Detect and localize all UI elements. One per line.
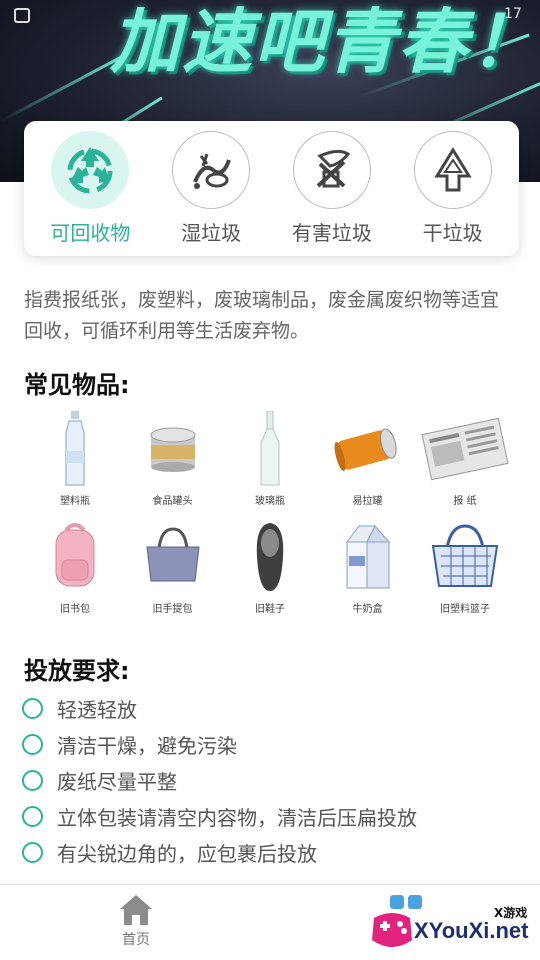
common-items-heading: 常见物品: — [24, 371, 130, 399]
handbag-icon — [145, 527, 200, 582]
circle-bullet-icon — [22, 841, 43, 863]
item-caption: 易拉罐 — [352, 496, 383, 507]
item-caption: 旧书包 — [60, 604, 90, 615]
circle-bullet-icon — [22, 697, 43, 719]
item-milk-carton: 牛奶盒 — [323, 518, 413, 626]
tab-dry-garbage-label: 干垃圾 — [422, 221, 483, 245]
item-caption: 玻璃瓶 — [255, 496, 285, 507]
item-caption: 食品罐头 — [152, 496, 193, 507]
item-glass-bottle: 玻璃瓶 — [225, 410, 315, 518]
recycle-icon — [51, 131, 130, 209]
circle-bullet-icon — [22, 805, 43, 827]
circle-bullet-icon — [22, 733, 43, 755]
requirement-text: 清洁干燥，避免污染 — [57, 733, 237, 758]
requirement-item: 清洁干燥，避免污染 — [22, 726, 522, 762]
tab-hazardous-label: 有害垃圾 — [291, 221, 372, 245]
item-food-can: 食品罐头 — [128, 410, 218, 518]
requirement-text: 废纸尽量平整 — [57, 769, 177, 794]
category-tabs: 可回收物 湿垃圾 有害垃圾 干垃圾 — [24, 121, 519, 256]
items-row: 塑料瓶 食品罐头 玻璃瓶 易拉罐 报 纸 — [30, 410, 510, 518]
backpack-icon — [55, 523, 95, 587]
tab-hazardous[interactable]: 有害垃圾 — [277, 131, 387, 256]
tab-recyclable-label: 可回收物 — [50, 221, 131, 245]
tab-home-label: 首页 — [122, 932, 150, 948]
tab-dry-garbage[interactable]: 干垃圾 — [398, 131, 508, 256]
requirement-item: 立体包装请清空内容物，清洁后压扁投放 — [22, 798, 522, 834]
tab-recyclable[interactable]: 可回收物 — [35, 131, 145, 256]
tab-wet-garbage-label: 湿垃圾 — [181, 221, 242, 245]
requirements-list: 轻透轻放 清洁干燥，避免污染 废纸尽量平整 立体包装请清空内容物，清洁后压扁投放… — [22, 690, 522, 870]
item-plastic-basket: 旧塑料篮子 — [420, 518, 510, 626]
requirements-heading: 投放要求: — [24, 657, 130, 685]
items-row: 旧书包 旧手提包 旧鞋子 牛奶盒 旧塑料篮子 — [30, 518, 510, 626]
item-caption: 旧塑料篮子 — [440, 604, 490, 615]
watermark-text: XYouXi.net — [414, 918, 529, 943]
home-icon — [120, 895, 152, 925]
gamepad-logo-icon — [372, 913, 412, 947]
item-shoe: 旧鞋子 — [225, 518, 315, 626]
status-time: 17 — [504, 6, 522, 22]
milk-carton-icon — [345, 525, 390, 589]
item-plastic-bottle: 塑料瓶 — [30, 410, 120, 518]
banner-title: 加速吧青春！ — [110, 1, 540, 83]
item-caption: 塑料瓶 — [60, 496, 90, 507]
tab-wet-garbage[interactable]: 湿垃圾 — [156, 131, 266, 256]
item-newspaper: 报 纸 — [420, 410, 510, 518]
tab-home[interactable]: 首页 — [108, 893, 164, 949]
item-caption: 旧鞋子 — [255, 604, 285, 615]
food-can-icon — [150, 427, 195, 472]
plastic-basket-icon — [431, 524, 499, 587]
requirement-item: 轻透轻放 — [22, 690, 522, 726]
notification-icon — [14, 8, 30, 23]
item-backpack: 旧书包 — [30, 518, 120, 626]
requirement-text: 立体包装请清空内容物，清洁后压扁投放 — [57, 805, 417, 830]
requirement-item: 有尖锐边角的，应包裹后投放 — [22, 834, 522, 870]
item-caption: 牛奶盒 — [352, 604, 383, 615]
glass-bottle-icon — [260, 411, 280, 486]
item-soda-can: 易拉罐 — [323, 410, 413, 518]
soda-can-icon — [334, 428, 397, 472]
site-watermark: X游戏 XYouXi.net — [368, 896, 540, 960]
category-description: 指费报纸张，废塑料，废玻璃制品，废金属废织物等适宜回收，可循环利用等生活废弃物。 — [24, 289, 500, 342]
common-items-grid: 塑料瓶 食品罐头 玻璃瓶 易拉罐 报 纸 旧书包 旧手提包 旧鞋子 牛奶盒 旧塑… — [30, 410, 510, 626]
dry-garbage-icon — [413, 131, 492, 209]
circle-bullet-icon — [22, 769, 43, 791]
item-handbag: 旧手提包 — [128, 518, 218, 626]
requirement-text: 有尖锐边角的，应包裹后投放 — [57, 841, 317, 866]
item-caption: 报 纸 — [453, 496, 477, 507]
wet-garbage-icon — [172, 131, 251, 209]
item-caption: 旧手提包 — [152, 604, 193, 615]
shoe-icon — [256, 523, 284, 591]
hazardous-icon — [292, 131, 371, 209]
plastic-bottle-icon — [65, 411, 85, 486]
requirement-text: 轻透轻放 — [57, 697, 137, 722]
requirement-item: 废纸尽量平整 — [22, 762, 522, 798]
newspaper-icon — [421, 417, 509, 481]
